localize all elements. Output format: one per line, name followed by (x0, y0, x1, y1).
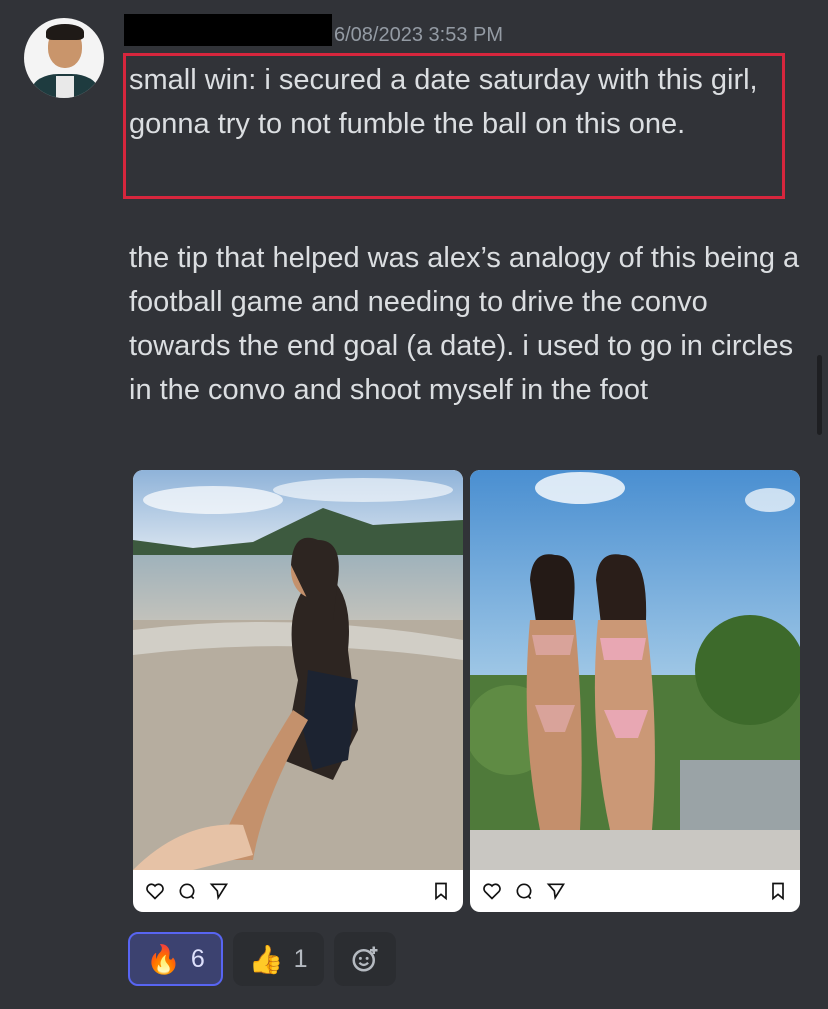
reaction-fire[interactable]: 🔥 6 (128, 932, 223, 986)
add-emoji-icon (352, 946, 378, 972)
thumbs-up-emoji-icon: 👍 (248, 943, 284, 975)
reaction-thumbs-up[interactable]: 👍 1 (232, 932, 324, 986)
scrollbar-thumb[interactable] (817, 355, 822, 435)
fire-emoji-icon: 🔥 (146, 943, 181, 975)
share-icon[interactable] (209, 881, 229, 901)
add-reaction-button[interactable] (333, 932, 396, 986)
image-attachment-1[interactable] (133, 470, 463, 912)
redacted-username (124, 14, 332, 46)
image-attachment-2[interactable] (470, 470, 800, 912)
user-avatar[interactable] (24, 18, 104, 98)
rooftop-photo (470, 470, 800, 870)
bookmark-icon[interactable] (431, 881, 451, 901)
share-icon[interactable] (546, 881, 566, 901)
comment-icon[interactable] (514, 881, 534, 901)
heart-icon[interactable] (145, 881, 165, 901)
post-action-bar (133, 870, 463, 912)
reaction-count: 6 (190, 944, 205, 973)
avatar-hair (46, 24, 84, 40)
avatar-shirt (56, 76, 74, 98)
bookmark-icon[interactable] (768, 881, 788, 901)
reactions-bar: 🔥 6 👍 1 (128, 932, 396, 986)
post-action-bar (470, 870, 800, 912)
message-timestamp: 6/08/2023 3:53 PM (334, 24, 504, 46)
beach-photo (133, 470, 463, 870)
message-text-body: the tip that helped was alex’s analogy o… (129, 242, 800, 406)
message-text-highlighted: small win: i secured a date saturday wit… (129, 64, 758, 140)
heart-icon[interactable] (482, 881, 502, 901)
comment-icon[interactable] (177, 881, 197, 901)
reaction-count: 1 (293, 944, 308, 973)
